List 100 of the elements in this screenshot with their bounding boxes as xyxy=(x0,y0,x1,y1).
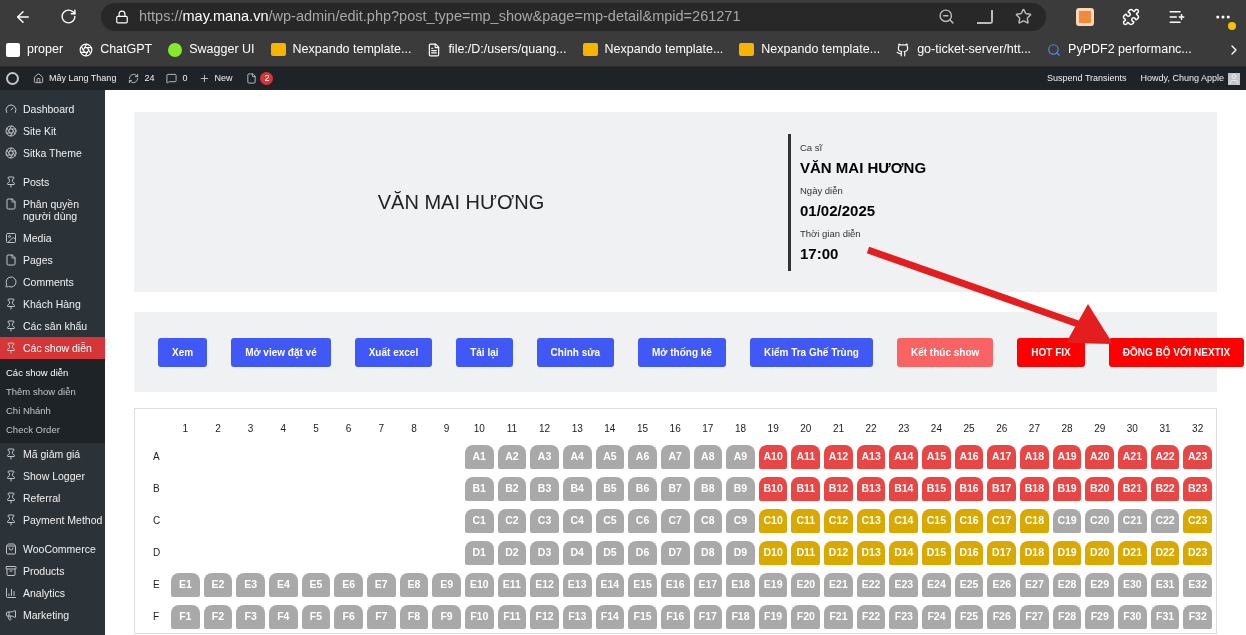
action-button[interactable]: Kiểm Tra Ghế Trùng xyxy=(749,337,873,367)
seat[interactable]: B23 xyxy=(1183,477,1212,501)
seat[interactable]: A18 xyxy=(1020,445,1049,469)
submenu-item[interactable]: Chi Nhánh xyxy=(0,401,105,420)
seat[interactable]: C21 xyxy=(1118,509,1147,533)
bookmark-link[interactable]: proper xyxy=(27,40,64,59)
seat[interactable]: F22 xyxy=(856,605,886,629)
seat[interactable]: A13 xyxy=(856,445,886,469)
seat[interactable]: F6 xyxy=(334,605,363,629)
seat[interactable]: C13 xyxy=(856,509,886,533)
seat[interactable]: F8 xyxy=(399,605,429,629)
seat[interactable]: E23 xyxy=(889,573,919,597)
seat[interactable]: D7 xyxy=(660,541,690,565)
bookmark-link[interactable]: Nexpando template... xyxy=(761,40,881,59)
seat[interactable]: C16 xyxy=(954,509,984,533)
seat[interactable]: C7 xyxy=(660,509,690,533)
seat[interactable]: F10 xyxy=(464,605,494,629)
address-bar[interactable]: https://may.mana.vn/wp-admin/edit.php?post_type=mp_show&page=mp-detail&mpid=261271 xyxy=(101,2,1046,31)
zoom-out-icon[interactable] xyxy=(938,8,955,25)
seat[interactable]: A19 xyxy=(1052,445,1082,469)
admin-bar-link[interactable]: Suspend Transients xyxy=(1047,71,1127,86)
admin-bar-link[interactable]: Howdy, Chung Apple xyxy=(1140,71,1224,86)
menu-item[interactable]: Comments xyxy=(0,271,105,293)
seat[interactable]: C2 xyxy=(497,509,527,533)
seat[interactable]: E25 xyxy=(954,573,984,597)
seat[interactable]: C6 xyxy=(628,509,657,533)
seat[interactable]: E27 xyxy=(1020,573,1049,597)
seat[interactable]: B3 xyxy=(530,477,559,501)
seat[interactable]: D1 xyxy=(464,541,494,565)
seat[interactable]: D2 xyxy=(497,541,527,565)
seat[interactable]: C11 xyxy=(791,509,821,533)
seat[interactable]: A5 xyxy=(595,445,625,469)
seat[interactable]: D6 xyxy=(628,541,657,565)
seat[interactable]: D14 xyxy=(889,541,919,565)
seat[interactable]: F31 xyxy=(1150,605,1180,629)
bookmark-link[interactable]: Nexpando template... xyxy=(292,40,412,59)
menu-item[interactable]: Sitka Theme xyxy=(0,142,105,164)
seat[interactable]: B12 xyxy=(824,477,853,501)
seat[interactable]: F13 xyxy=(562,605,592,629)
seat[interactable]: B2 xyxy=(497,477,527,501)
action-button[interactable]: ĐỒNG BỘ VỚI NEXTIX xyxy=(1108,337,1245,367)
seat[interactable]: F26 xyxy=(987,605,1017,629)
action-button[interactable]: HOT FIX xyxy=(1017,337,1085,367)
action-button[interactable]: Xuất excel xyxy=(354,337,433,367)
seat[interactable]: D4 xyxy=(562,541,592,565)
submenu-item[interactable]: Thêm show diễn xyxy=(0,382,105,401)
seat[interactable]: A1 xyxy=(464,445,494,469)
seat[interactable]: F23 xyxy=(889,605,919,629)
seat[interactable]: B15 xyxy=(922,477,951,501)
seat[interactable]: C5 xyxy=(595,509,625,533)
seat[interactable]: F5 xyxy=(301,605,331,629)
menu-item[interactable]: Site Kit xyxy=(0,120,105,142)
seat[interactable]: D8 xyxy=(693,541,723,565)
seat[interactable]: E8 xyxy=(399,573,429,597)
seat[interactable]: D12 xyxy=(824,541,853,565)
seat[interactable]: F24 xyxy=(922,605,951,629)
seat[interactable]: E9 xyxy=(432,573,461,597)
comments-count[interactable]: 0 xyxy=(182,71,188,86)
seat[interactable]: D20 xyxy=(1085,541,1115,565)
menu-item[interactable]: Show Logger xyxy=(0,465,105,487)
seat[interactable]: E13 xyxy=(562,573,592,597)
menu-item[interactable]: Mã giảm giá xyxy=(0,443,105,465)
seat[interactable]: E6 xyxy=(334,573,363,597)
seat[interactable]: F30 xyxy=(1118,605,1147,629)
seat[interactable]: E11 xyxy=(497,573,527,597)
extensions-icon[interactable] xyxy=(1122,7,1140,26)
seat[interactable]: A20 xyxy=(1085,445,1115,469)
seat[interactable]: C4 xyxy=(562,509,592,533)
seat[interactable]: A14 xyxy=(889,445,919,469)
avatar-icon[interactable] xyxy=(1228,72,1240,85)
seat[interactable]: E24 xyxy=(922,573,951,597)
seat[interactable]: B18 xyxy=(1020,477,1049,501)
seat[interactable]: A22 xyxy=(1150,445,1180,469)
seat[interactable]: A9 xyxy=(726,445,755,469)
seat[interactable]: A23 xyxy=(1183,445,1212,469)
bookmark-link[interactable]: go-ticket-server/htt... xyxy=(917,40,1032,59)
seat[interactable]: A10 xyxy=(758,445,788,469)
seat[interactable]: E22 xyxy=(856,573,886,597)
menu-item[interactable]: Các sân khẩu xyxy=(0,315,105,337)
seat[interactable]: B1 xyxy=(464,477,494,501)
seat[interactable]: D13 xyxy=(856,541,886,565)
menu-item[interactable]: Khách Hàng xyxy=(0,293,105,315)
action-button[interactable]: Mở view đặt vé xyxy=(231,337,331,367)
menu-item[interactable]: Referral xyxy=(0,487,105,509)
seat[interactable]: F15 xyxy=(628,605,657,629)
seat[interactable]: F18 xyxy=(726,605,755,629)
action-button[interactable]: Chỉnh sửa xyxy=(536,337,614,367)
seat[interactable]: D23 xyxy=(1183,541,1212,565)
seat[interactable]: C12 xyxy=(824,509,853,533)
seat[interactable]: C8 xyxy=(693,509,723,533)
seat[interactable]: C1 xyxy=(464,509,494,533)
seat[interactable]: D19 xyxy=(1052,541,1082,565)
seat[interactable]: C10 xyxy=(758,509,788,533)
seat[interactable]: C9 xyxy=(726,509,755,533)
bookmark-link[interactable]: Swagger UI xyxy=(189,40,255,59)
seat[interactable]: B17 xyxy=(987,477,1017,501)
seat[interactable]: E5 xyxy=(301,573,331,597)
seat[interactable]: D9 xyxy=(726,541,755,565)
seat[interactable]: C20 xyxy=(1085,509,1115,533)
menu-item[interactable]: Media xyxy=(0,227,105,249)
